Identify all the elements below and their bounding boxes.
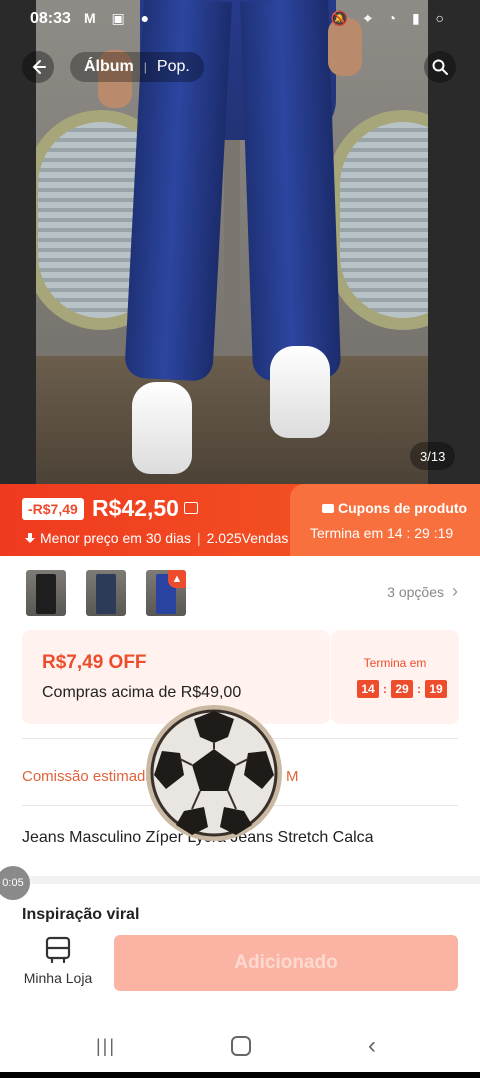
tab-album[interactable]: Álbum [80,58,138,76]
status-system-icons: 🔕 ⌖ ◔ ▮ ○ [330,10,450,26]
tab-separator: | [143,60,147,74]
variant-thumb-black[interactable] [26,570,66,616]
chevron-right-icon: › [452,581,458,601]
voucher-amount: R$7,49 OFF [42,652,147,673]
countdown-seconds: 19 [425,680,447,698]
soccer-ball-overlay[interactable] [144,703,284,843]
status-time: 08:33 [30,10,71,27]
home-icon[interactable] [231,1036,251,1056]
lowest-price-text: Menor preço em 30 dias [40,530,191,546]
voucher-timer: Termina em 14 : 29 : 19 [331,630,459,724]
coupon-title-text: Cupons de produto [338,500,468,516]
arrow-down-icon [25,533,35,543]
coupon-panel[interactable]: Cupons de produto Termina em 14 : 29 :19 [290,484,480,556]
added-button[interactable]: Adicionado [114,935,458,991]
status-notification-icons: M ▣ ● [84,10,156,26]
photo-porthole-right [328,110,428,330]
coupon-countdown: Termina em 14 : 29 :19 [310,525,454,541]
variant-selector[interactable]: ▲ 3 opções › [0,566,480,622]
countdown-colon: : [383,682,387,696]
system-navigation-bar: ||| ‹ [0,1020,480,1072]
variant-thumb-image [36,574,56,614]
variant-thumb-dark-blue[interactable] [86,570,126,616]
flash-price-bar: -R$7,49 R$42,50 Menor preço em 30 dias |… [0,484,480,556]
sales-count: 2.025Vendas [206,530,289,546]
bottom-action-bar: Minha Loja Adicionado [0,924,480,1020]
countdown-colon: : [417,682,421,696]
voucher-min-purchase: Compras acima de R$49,00 [42,684,242,701]
recents-icon[interactable]: ||| [96,1036,116,1057]
image-counter: 3/13 [410,442,456,470]
back-arrow-icon [32,60,46,74]
current-price: R$42,50 [92,495,179,521]
photo-shoe-left [132,382,192,474]
gallery-tabs: Álbum | Pop. [70,52,204,82]
my-store-button[interactable]: Minha Loja [18,936,98,996]
search-icon [432,59,448,75]
variant-options-link[interactable]: 3 opções › [387,581,458,602]
system-back-icon[interactable]: ‹ [368,1032,376,1060]
lowest-price-line: Menor preço em 30 dias | 2.025Vendas [24,530,288,546]
price-info-icon[interactable] [184,502,198,514]
store-icon [45,936,71,964]
commission-label: Comissão estimada [22,768,154,785]
photo-jeans-leg-right [240,0,342,382]
fire-icon: ▲ [168,570,186,588]
countdown-minutes: 29 [391,680,413,698]
voucher-timer-label: Termina em [363,656,427,670]
countdown-hours: 14 [357,680,379,698]
sales-separator: | [196,530,201,546]
photo-ground [36,356,428,484]
floating-timer[interactable]: 0:05 [0,866,30,900]
section-gap [0,876,480,884]
search-button[interactable] [424,51,456,83]
voucher-countdown: 14 : 29 : 19 [357,680,447,698]
photo-shoe-right [270,346,330,438]
variant-thumb-image [96,574,116,614]
tab-popular[interactable]: Pop. [153,58,194,76]
soccer-ball-icon [146,705,282,841]
commission-value: M [286,768,299,785]
discount-badge: -R$7,49 [22,498,84,520]
variant-options-label: 3 opções [387,583,444,600]
status-bar: 08:33 M ▣ ● 🔕 ⌖ ◔ ▮ ○ [0,6,480,32]
my-store-label: Minha Loja [23,970,93,986]
variant-thumb-blue[interactable]: ▲ [146,570,186,616]
coupon-title: Cupons de produto [322,500,467,516]
back-button[interactable] [22,51,54,83]
screen-bottom-edge [0,1072,480,1078]
section-title: Inspiração viral [22,906,140,922]
coupon-icon [322,503,334,513]
